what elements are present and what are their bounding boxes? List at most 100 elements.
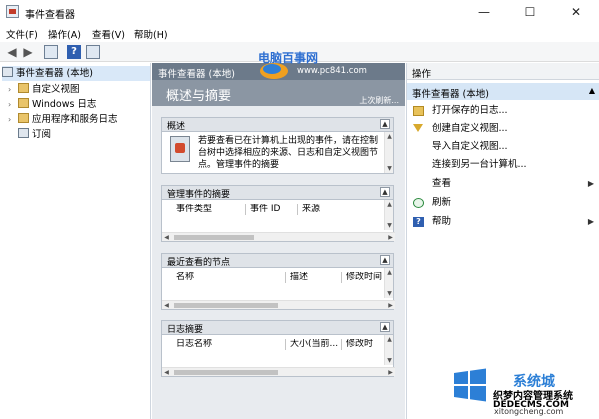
scroll-thumb[interactable] [174,235,254,240]
scroll-left-icon[interactable]: ◀ [162,368,171,377]
overview-text: 若要查看已在计算机上出现的事件，请在控制台树中选择相应的来源、日志和自定义视图节… [198,136,378,169]
action-view[interactable]: 查看 ▶ [407,175,599,193]
horizontal-scrollbar[interactable]: ◀ ▶ [162,367,395,376]
column-header[interactable]: 描述 [288,272,342,283]
forward-arrow-icon[interactable]: ▶ [21,45,35,59]
scroll-up-icon[interactable]: ▲ [385,335,394,344]
chevron-right-icon[interactable]: › [8,97,18,112]
scroll-up-icon[interactable]: ▲ [385,200,394,209]
action-create-custom-view[interactable]: 创建自定义视图... [407,120,599,138]
column-header[interactable]: 名称 [174,272,286,283]
actions-group-event-viewer[interactable]: 事件查看器 (本地) ▲ [407,83,599,100]
help-icon[interactable]: ? [67,45,81,59]
admin-summary-section-header[interactable]: 管理事件的摘要 ▲ [161,185,394,200]
vertical-scrollbar[interactable]: ▲ ▼ [384,200,393,230]
scroll-down-icon[interactable]: ▼ [385,356,394,365]
event-viewer-illustration-icon [170,136,190,162]
scroll-thumb[interactable] [174,303,278,308]
submenu-arrow-icon: ▶ [587,217,594,226]
column-header[interactable]: 修改时间 [344,272,386,283]
folder-icon [18,83,29,93]
collapse-icon[interactable]: ▲ [380,187,390,197]
scroll-left-icon[interactable]: ◀ [162,233,171,242]
tree-item-event-viewer-local[interactable]: 事件查看器 (本地) [2,66,150,81]
column-header[interactable]: 事件类型 [174,204,246,215]
log-summary-section-header[interactable]: 日志摘要 ▲ [161,320,394,335]
open-folder-icon [413,106,424,116]
horizontal-scrollbar[interactable]: ◀ ▶ [162,232,395,241]
action-open-saved-log[interactable]: 打开保存的日志... [407,102,599,120]
vertical-scrollbar[interactable]: ▲ ▼ [384,132,393,173]
collapse-up-icon[interactable]: ▲ [589,86,595,95]
tree-item-label: Windows 日志 [32,99,97,110]
subscriptions-icon [18,128,29,138]
minimize-button[interactable]: — [461,0,507,24]
action-help[interactable]: ? 帮助 ▶ [407,213,599,231]
watermark-site-name: 电脑百事网 [258,51,319,65]
center-pane: 事件查看器 (本地) 概述与摘要 上次刷新... 概述 ▲ 若要查看已在计算机上… [152,63,405,419]
title-bar: 事件查看器 — ☐ ✕ [0,0,599,24]
scroll-down-icon[interactable]: ▼ [385,221,394,230]
chevron-right-icon[interactable]: › [8,112,18,127]
recent-nodes-section-header[interactable]: 最近查看的节点 ▲ [161,253,394,268]
maximize-button[interactable]: ☐ [507,0,553,24]
action-refresh[interactable]: 刷新 [407,194,599,212]
scroll-up-icon[interactable]: ▲ [385,268,394,277]
window-title: 事件查看器 [25,10,75,21]
tree-item-label: 应用程序和服务日志 [32,114,118,125]
menu-help[interactable]: 帮助(H) [134,27,168,41]
close-button[interactable]: ✕ [553,0,599,24]
collapse-icon[interactable]: ▲ [380,322,390,332]
overview-section-header[interactable]: 概述 ▲ [161,117,394,132]
menu-file[interactable]: 文件(F) [6,27,38,41]
section-title: 管理事件的摘要 [167,190,231,200]
chevron-right-icon[interactable]: › [8,82,18,97]
vertical-scrollbar[interactable]: ▲ ▼ [384,268,393,298]
scroll-down-icon[interactable]: ▼ [385,164,394,173]
column-header[interactable]: 日志名称 [174,339,286,350]
menu-view[interactable]: 查看(V) [92,27,125,41]
event-viewer-icon [2,67,13,77]
menu-action[interactable]: 操作(A) [48,27,81,41]
scroll-down-icon[interactable]: ▼ [385,289,394,298]
scroll-right-icon[interactable]: ▶ [386,368,395,377]
watermark-brand-url: xitongcheng.com [494,407,564,416]
tree-item-label: 自定义视图 [32,84,80,95]
overview-section-body: 若要查看已在计算机上出现的事件，请在控制台树中选择相应的来源、日志和自定义视图节… [161,132,394,174]
overview-banner-title: 概述与摘要 [166,89,232,104]
action-label: 查看 [432,178,452,189]
tree-item-windows-logs[interactable]: › Windows 日志 [8,97,96,112]
watermark-site-url: www.pc841.com [297,66,367,76]
collapse-icon[interactable]: ▲ [380,119,390,129]
tree-item-subscriptions[interactable]: 订阅 [8,127,51,142]
scroll-up-icon[interactable]: ▲ [385,132,394,141]
section-title: 概述 [167,122,186,132]
action-import-custom-view[interactable]: 导入自定义视图... [407,138,599,156]
folder-icon [18,98,29,108]
collapse-icon[interactable]: ▲ [380,255,390,265]
column-header[interactable]: 大小(当前... [288,339,342,350]
action-connect-another-computer[interactable]: 连接到另一台计算机... [407,156,599,174]
console-tree: 事件查看器 (本地) › 自定义视图 › Windows 日志 › 应用程序和服务日志… [0,63,151,419]
tree-item-label: 订阅 [32,129,52,140]
action-label: 连接到另一台计算机... [432,159,527,170]
actions-pane: 操作 事件查看器 (本地) ▲ 打开保存的日志... 创建自定义视图... 导入… [406,63,599,419]
windows-logo-icon [454,368,486,402]
section-title: 日志摘要 [167,325,204,335]
folder-icon [18,113,29,123]
column-header[interactable]: 修改时 [344,339,386,350]
back-arrow-icon[interactable]: ◀ [5,45,19,59]
scroll-thumb[interactable] [174,370,278,375]
column-header[interactable]: 来源 [300,204,370,215]
scroll-left-icon[interactable]: ◀ [162,301,171,310]
tree-item-app-service-logs[interactable]: › 应用程序和服务日志 [8,112,118,127]
scroll-right-icon[interactable]: ▶ [386,233,395,242]
horizontal-scrollbar[interactable]: ◀ ▶ [162,300,395,309]
vertical-scrollbar[interactable]: ▲ ▼ [384,335,393,365]
show-hide-action-pane-icon[interactable] [86,45,100,59]
tree-item-custom-views[interactable]: › 自定义视图 [8,82,80,97]
show-hide-console-tree-icon[interactable] [44,45,58,59]
action-label: 刷新 [432,197,452,208]
column-header[interactable]: 事件 ID [248,204,298,215]
scroll-right-icon[interactable]: ▶ [386,301,395,310]
